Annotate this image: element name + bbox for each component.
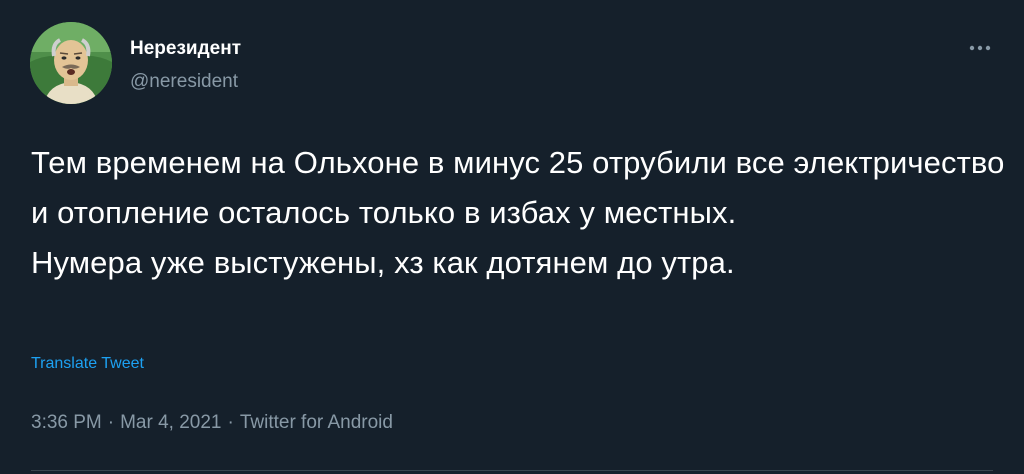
avatar[interactable] bbox=[30, 22, 112, 104]
meta-separator-2: · bbox=[227, 412, 234, 433]
more-button[interactable] bbox=[960, 28, 1000, 68]
tweet-date[interactable]: Mar 4, 2021 bbox=[120, 412, 221, 433]
divider bbox=[31, 470, 993, 471]
translate-tweet-link[interactable]: Translate Tweet bbox=[31, 355, 144, 373]
tweet-card: Нерезидент @neresident Тем временем на О… bbox=[0, 0, 1024, 474]
author-name[interactable]: Нерезидент bbox=[130, 38, 241, 60]
tweet-source[interactable]: Twitter for Android bbox=[240, 412, 393, 433]
tweet-time[interactable]: 3:36 PM bbox=[31, 412, 102, 433]
tweet-meta: 3:36 PM · Mar 4, 2021 · Twitter for Android bbox=[31, 412, 393, 434]
more-horizontal-icon bbox=[969, 45, 991, 51]
avatar-image bbox=[30, 22, 112, 104]
author-handle[interactable]: @neresident bbox=[130, 71, 238, 93]
meta-separator: · bbox=[107, 412, 115, 433]
tweet-text: Тем временем на Ольхоне в минус 25 отруб… bbox=[31, 145, 1005, 280]
